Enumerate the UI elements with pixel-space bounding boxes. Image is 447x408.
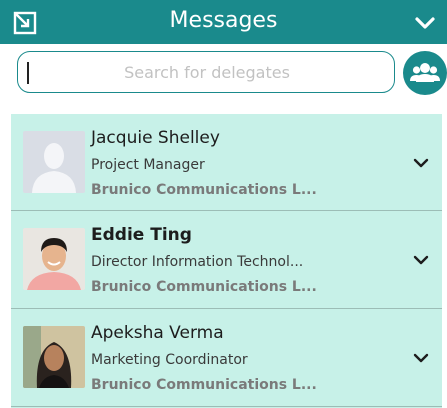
delegate-title: Director Information Technol...	[91, 254, 304, 270]
avatar	[23, 326, 85, 388]
search-box[interactable]	[17, 51, 395, 93]
expand-row-button[interactable]	[412, 251, 430, 269]
divider	[11, 406, 442, 407]
text-caret	[27, 62, 29, 84]
expand-row-button[interactable]	[412, 154, 430, 172]
chevron-down-icon	[413, 255, 429, 265]
avatar	[23, 228, 85, 290]
delegate-name: Apeksha Verma	[91, 323, 224, 343]
delegate-name: Jacquie Shelley	[91, 128, 220, 148]
avatar	[23, 131, 85, 193]
search-bar	[0, 44, 447, 110]
expand-row-button[interactable]	[412, 349, 430, 367]
chevron-down-icon	[415, 17, 435, 29]
list-item[interactable]: Apeksha Verma Marketing Coordinator Brun…	[11, 309, 442, 405]
delegate-name: Eddie Ting	[91, 225, 192, 245]
page-title: Messages	[169, 8, 278, 33]
list-item[interactable]: Jacquie Shelley Project Manager Brunico …	[11, 114, 442, 210]
chevron-down-icon	[413, 158, 429, 168]
list-item[interactable]: Eddie Ting Director Information Technol.…	[11, 211, 442, 307]
delegates-group-button[interactable]	[403, 51, 447, 95]
delegate-company: Brunico Communications L...	[91, 279, 317, 295]
chevron-down-icon	[413, 353, 429, 363]
delegates-list: Jacquie Shelley Project Manager Brunico …	[11, 114, 442, 408]
delegate-title: Project Manager	[91, 157, 205, 173]
delegate-company: Brunico Communications L...	[91, 377, 317, 393]
search-input[interactable]	[30, 56, 384, 88]
messages-header: Messages	[0, 0, 447, 44]
delegate-company: Brunico Communications L...	[91, 182, 317, 198]
group-icon	[410, 63, 440, 82]
collapse-button[interactable]	[413, 11, 437, 35]
delegate-title: Marketing Coordinator	[91, 352, 248, 368]
